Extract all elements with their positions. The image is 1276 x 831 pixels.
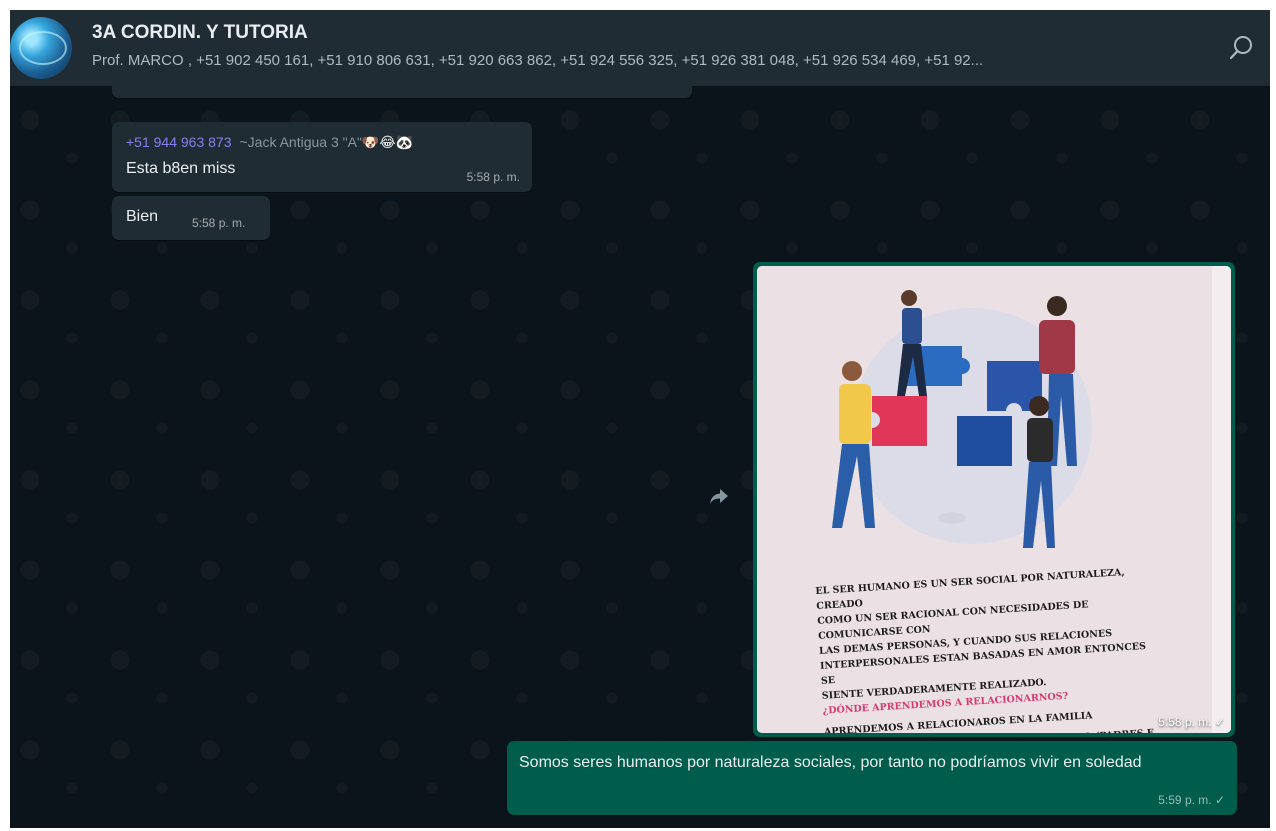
message-text: Esta b8en miss xyxy=(126,160,236,177)
message-time: 5:58 p. m. ✓ xyxy=(1158,715,1225,729)
message-text: Bien xyxy=(126,208,159,225)
message-text: Somos seres humanos por naturaleza socia… xyxy=(519,754,1142,771)
search-icon[interactable] xyxy=(1228,34,1256,62)
message-time: 5:59 p. m. ✓ xyxy=(1158,793,1225,807)
forward-icon xyxy=(710,489,728,504)
chat-title[interactable]: 3A CORDIN. Y TUTORIA xyxy=(92,22,308,44)
outgoing-image-message[interactable]: EL SER HUMANO ES UN SER SOCIAL POR NATUR… xyxy=(753,262,1235,737)
sender-emojis: 🐶😂🐼 xyxy=(361,134,414,150)
forward-button[interactable] xyxy=(702,480,736,514)
message-sender[interactable]: +51 944 963 873 ~Jack Antigua 3 "A"🐶😂🐼 xyxy=(126,134,413,151)
chat-window: 3A CORDIN. Y TUTORIA Prof. MARCO , +51 9… xyxy=(10,10,1270,828)
chat-members-list[interactable]: Prof. MARCO , +51 902 450 161, +51 910 8… xyxy=(92,52,1202,69)
shared-photo[interactable]: EL SER HUMANO ES UN SER SOCIAL POR NATUR… xyxy=(757,266,1231,733)
outgoing-message[interactable]: Somos seres humanos por naturaleza socia… xyxy=(507,741,1237,815)
incoming-message[interactable]: +51 944 963 873 ~Jack Antigua 3 "A"🐶😂🐼 Es… xyxy=(112,122,532,192)
sender-alias: ~Jack Antigua 3 "A" xyxy=(239,134,362,150)
chat-header[interactable]: 3A CORDIN. Y TUTORIA Prof. MARCO , +51 9… xyxy=(10,10,1270,86)
message-time: 5:58 p. m. xyxy=(466,170,520,184)
incoming-message[interactable]: Bien 5:58 p. m. xyxy=(112,196,270,240)
sender-phone[interactable]: +51 944 963 873 xyxy=(126,134,232,150)
message-time: 5:58 p. m. xyxy=(192,216,246,230)
photo-document-text: EL SER HUMANO ES UN SER SOCIAL POR NATUR… xyxy=(815,563,1166,733)
group-avatar[interactable] xyxy=(10,17,72,79)
